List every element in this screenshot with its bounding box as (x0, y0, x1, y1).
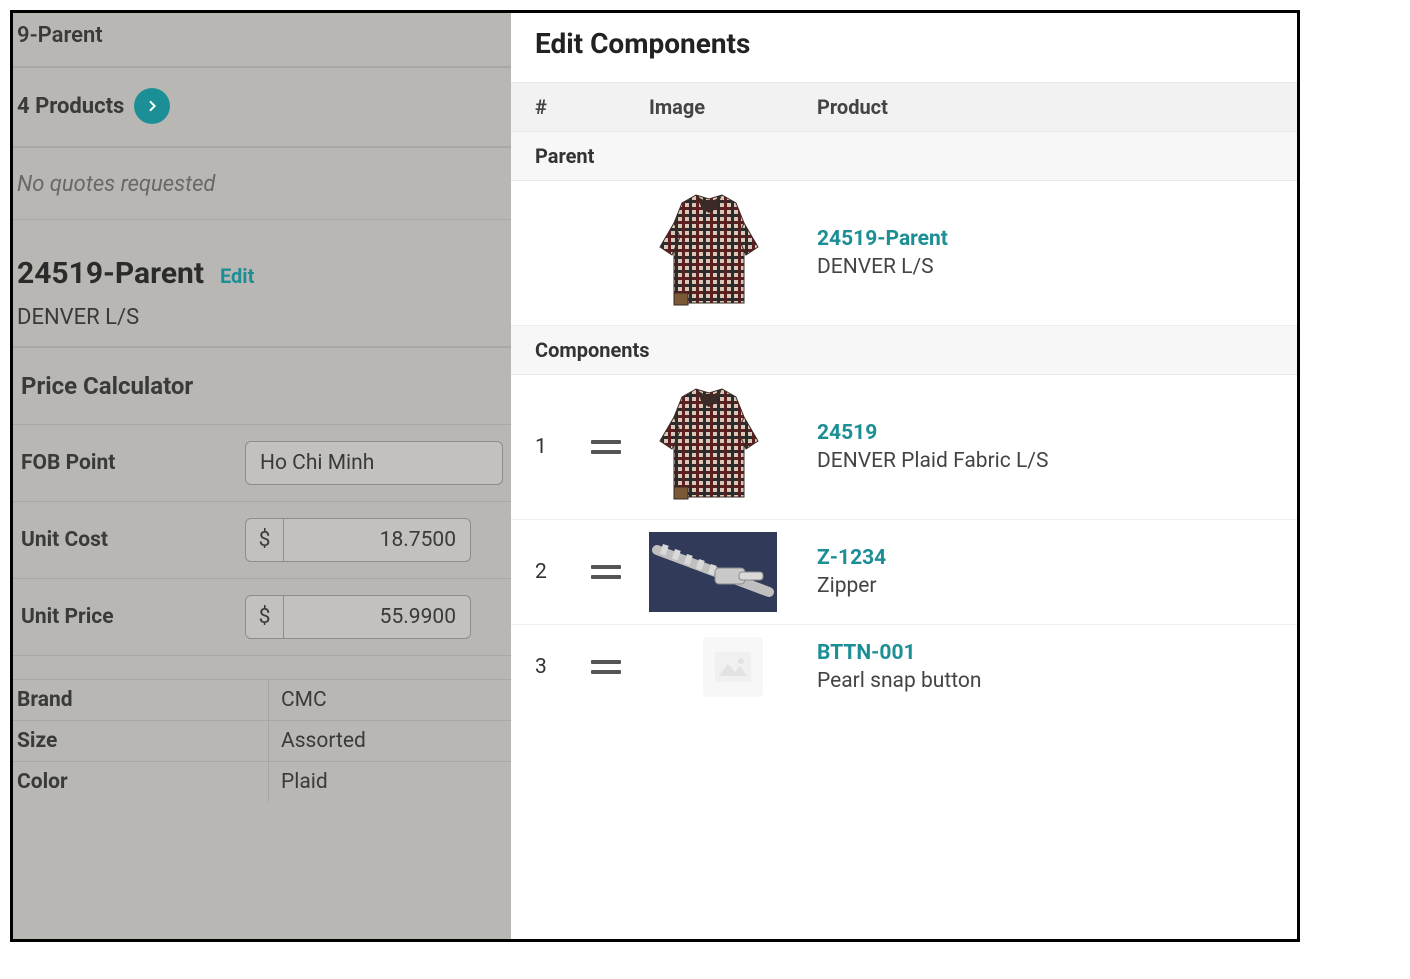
attr-brand-value: CMC (269, 680, 511, 721)
col-image-header: Image (649, 95, 817, 119)
product-desc: DENVER L/S (817, 255, 1273, 279)
drag-cell (591, 565, 649, 579)
row-image (649, 637, 817, 697)
shirt-thumbnail (649, 193, 769, 313)
products-label: 4 Products (17, 94, 124, 119)
row-image (649, 193, 817, 313)
fob-point-row: FOB Point Ho Chi Minh (13, 425, 511, 502)
component-row[interactable]: 2 Z-1234 Zipper (511, 520, 1297, 625)
product-code-link[interactable]: 24519-Parent (817, 227, 1273, 251)
product-desc: Zipper (817, 574, 1273, 598)
zipper-thumbnail (649, 532, 777, 612)
price-calculator-heading: Price Calculator (13, 347, 511, 425)
placeholder-thumbnail (703, 637, 763, 697)
product-code-link[interactable]: Z-1234 (817, 546, 1273, 570)
row-product: 24519-Parent DENVER L/S (817, 227, 1273, 279)
attr-size-value: Assorted (269, 721, 511, 762)
product-title-block: 24519-Parent Edit DENVER L/S (13, 220, 511, 347)
panel-header: 9-Parent (13, 13, 511, 67)
drag-cell (591, 660, 649, 674)
row-product: Z-1234 Zipper (817, 546, 1273, 598)
col-num-header: # (535, 95, 591, 119)
components-section-label: Components (511, 326, 1297, 375)
drag-handle-icon[interactable] (591, 565, 621, 579)
quotes-empty-label: No quotes requested (13, 147, 511, 220)
attr-color-key: Color (13, 762, 269, 802)
parent-section-label: Parent (511, 132, 1297, 181)
left-panel: 9-Parent 4 Products No quotes requested … (13, 13, 511, 939)
product-code: 24519-Parent (17, 256, 204, 291)
right-panel: Edit Components # Image Product Parent 2… (511, 13, 1297, 939)
image-placeholder-icon (715, 652, 751, 682)
unit-price-value[interactable]: 55.9900 (283, 595, 471, 639)
row-product: 24519 DENVER Plaid Fabric L/S (817, 421, 1273, 473)
fob-label: FOB Point (21, 451, 245, 475)
divider (13, 656, 511, 680)
edit-link[interactable]: Edit (220, 264, 254, 288)
unit-cost-input[interactable]: $ 18.7500 (245, 518, 471, 562)
drag-cell (591, 440, 649, 454)
zipper-icon (649, 532, 777, 612)
currency-symbol: $ (245, 595, 283, 639)
row-num: 2 (535, 560, 591, 584)
drag-handle-icon[interactable] (591, 660, 621, 674)
row-num: 1 (535, 435, 591, 459)
fob-input[interactable]: Ho Chi Minh (245, 441, 503, 485)
currency-symbol: $ (245, 518, 283, 562)
app-frame: 9-Parent 4 Products No quotes requested … (10, 10, 1300, 942)
components-header-row: # Image Product (511, 82, 1297, 132)
product-code-link[interactable]: BTTN-001 (817, 641, 1273, 665)
attr-size-key: Size (13, 721, 269, 762)
unit-price-input[interactable]: $ 55.9900 (245, 595, 471, 639)
attr-brand-key: Brand (13, 680, 269, 721)
col-product-header: Product (817, 95, 1273, 119)
edit-components-title: Edit Components (511, 13, 1297, 82)
expand-products-button[interactable] (134, 88, 170, 124)
row-num: 3 (535, 655, 591, 679)
shirt-icon (654, 387, 764, 507)
products-row[interactable]: 4 Products (13, 67, 511, 147)
row-image (649, 532, 817, 612)
product-desc: Pearl snap button (817, 669, 1273, 693)
attributes-table: Brand CMC Size Assorted Color Plaid (13, 680, 511, 802)
shirt-icon (654, 193, 764, 313)
product-code-link[interactable]: 24519 (817, 421, 1273, 445)
component-row[interactable]: 1 24519 DENVER Plaid Fabric L/S (511, 375, 1297, 520)
unit-price-label: Unit Price (21, 605, 245, 629)
attr-color-value: Plaid (269, 762, 511, 802)
shirt-thumbnail (649, 387, 769, 507)
row-image (649, 387, 817, 507)
unit-cost-label: Unit Cost (21, 528, 245, 552)
drag-handle-icon[interactable] (591, 440, 621, 454)
product-name: DENVER L/S (17, 305, 507, 330)
parent-row[interactable]: 24519-Parent DENVER L/S (511, 181, 1297, 326)
unit-cost-row: Unit Cost $ 18.7500 (13, 502, 511, 579)
unit-cost-value[interactable]: 18.7500 (283, 518, 471, 562)
product-desc: DENVER Plaid Fabric L/S (817, 449, 1273, 473)
component-row[interactable]: 3 BTTN-001 Pearl snap button (511, 625, 1297, 709)
chevron-right-icon (144, 98, 160, 114)
unit-price-row: Unit Price $ 55.9900 (13, 579, 511, 656)
row-product: BTTN-001 Pearl snap button (817, 641, 1273, 693)
